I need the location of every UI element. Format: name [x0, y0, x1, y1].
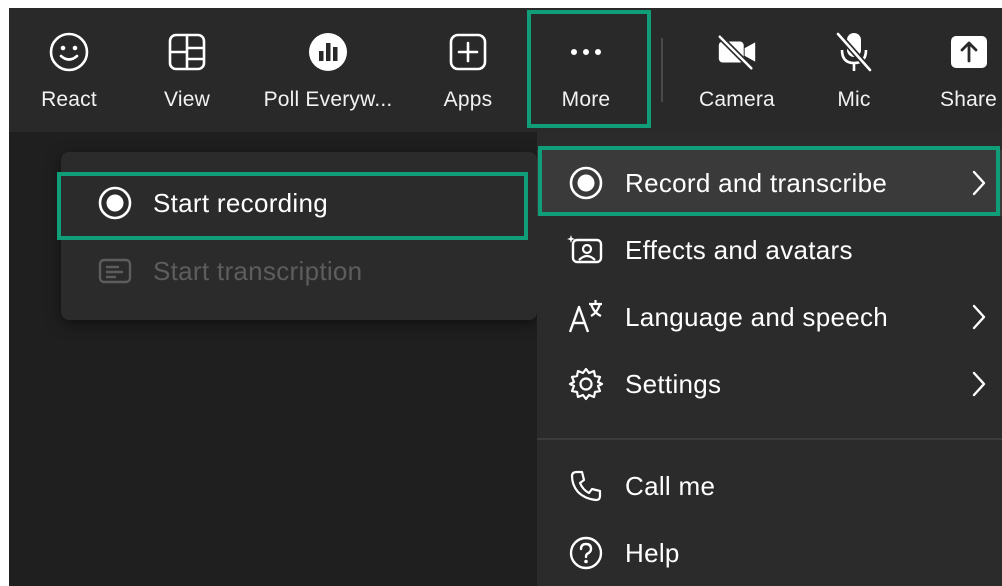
mic-button[interactable]: Mic: [829, 8, 879, 132]
record-and-transcribe-label: Record and transcribe: [625, 167, 888, 198]
apps-label: Apps: [443, 88, 493, 111]
react-label: React: [41, 88, 97, 111]
toolbar-divider: [661, 38, 663, 102]
more-dots-icon: [564, 30, 608, 74]
poll-everywhere-button[interactable]: Poll Everyw...: [253, 8, 403, 132]
view-button[interactable]: View: [149, 8, 225, 132]
effects-and-avatars-label: Effects and avatars: [625, 234, 853, 265]
start-transcription-label: Start transcription: [153, 255, 363, 286]
start-recording-label: Start recording: [153, 187, 329, 218]
mic-off-icon: [832, 30, 876, 74]
camera-off-icon: [715, 30, 759, 74]
more-menu: Record and transcribe Effects and avatar…: [537, 132, 1002, 586]
record-icon: [95, 185, 135, 221]
language-icon: [563, 298, 609, 336]
share-button[interactable]: Share: [935, 8, 1002, 132]
layout-grid-icon: [165, 30, 209, 74]
language-and-speech-label: Language and speech: [625, 301, 889, 332]
view-label: View: [164, 88, 210, 111]
phone-icon: [563, 469, 609, 503]
more-button[interactable]: More: [549, 8, 623, 132]
menu-item-settings[interactable]: Settings: [537, 351, 1002, 417]
mic-label: Mic: [837, 88, 871, 111]
effects-icon: [563, 233, 609, 267]
menu-item-effects-and-avatars[interactable]: Effects and avatars: [537, 217, 1002, 283]
meeting-screen: React View Poll Everyw... Apps More Came…: [9, 8, 1002, 586]
transcript-icon: [95, 256, 135, 286]
add-app-icon: [446, 30, 490, 74]
meeting-toolbar: React View Poll Everyw... Apps More Came…: [9, 8, 1002, 132]
start-recording-item[interactable]: Start recording: [73, 172, 525, 234]
more-label: More: [561, 88, 611, 111]
call-me-label: Call me: [625, 470, 716, 501]
settings-label: Settings: [625, 368, 722, 399]
chevron-right-icon: [964, 170, 994, 196]
poll-everywhere-icon: [306, 30, 350, 74]
start-transcription-item: Start transcription: [73, 240, 525, 302]
apps-button[interactable]: Apps: [433, 8, 503, 132]
menu-divider: [537, 438, 1002, 440]
camera-button[interactable]: Camera: [693, 8, 781, 132]
menu-item-record-and-transcribe[interactable]: Record and transcribe: [537, 150, 1002, 216]
react-button[interactable]: React: [31, 8, 107, 132]
share-icon: [947, 30, 991, 74]
chevron-right-icon: [964, 371, 994, 397]
chevron-right-icon: [964, 304, 994, 330]
share-label: Share: [940, 88, 998, 111]
menu-item-language-and-speech[interactable]: Language and speech: [537, 284, 1002, 350]
smiley-icon: [47, 30, 91, 74]
help-label: Help: [625, 537, 680, 568]
gear-icon: [563, 366, 609, 402]
poll-everywhere-label: Poll Everyw...: [263, 88, 393, 111]
camera-label: Camera: [699, 88, 775, 111]
record-icon: [563, 165, 609, 201]
menu-item-call-me[interactable]: Call me: [537, 453, 1002, 519]
record-submenu: Start recording Start transcription: [61, 152, 537, 320]
help-icon: [563, 535, 609, 571]
menu-item-help[interactable]: Help: [537, 520, 1002, 586]
